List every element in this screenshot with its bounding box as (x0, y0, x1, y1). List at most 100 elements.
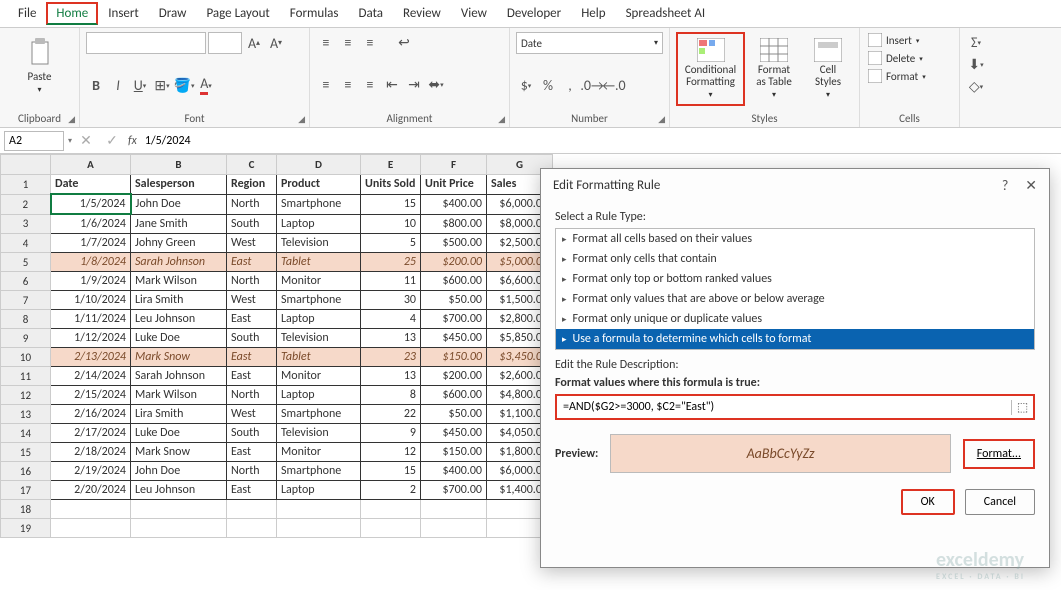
bold-icon[interactable]: B (86, 75, 106, 95)
cell-F14[interactable]: $450.00 (421, 424, 487, 443)
cell-C18[interactable] (227, 500, 277, 519)
header-cell[interactable]: Units Sold (361, 175, 421, 195)
comma-icon[interactable]: , (560, 75, 580, 95)
cell-A11[interactable]: 2/14/2024 (51, 367, 131, 386)
cell-B15[interactable]: Mark Snow (131, 443, 227, 462)
cell-C2[interactable]: North (227, 194, 277, 214)
rule-type-option[interactable]: Format only cells that contain (556, 249, 1034, 269)
rule-type-list[interactable]: Format all cells based on their valuesFo… (555, 228, 1035, 350)
conditional-formatting-button[interactable]: Conditional Formatting▾ (676, 32, 745, 106)
row-head-13[interactable]: 13 (1, 405, 51, 424)
cell-C13[interactable]: West (227, 405, 277, 424)
format-cells-button[interactable]: Format ▾ (866, 68, 953, 84)
paste-button[interactable]: Paste ▾ (6, 32, 73, 99)
align-bottom-icon[interactable]: ≡ (360, 32, 380, 52)
cell-E10[interactable]: 23 (361, 348, 421, 367)
row-head-9[interactable]: 9 (1, 329, 51, 348)
cell-A16[interactable]: 2/19/2024 (51, 462, 131, 481)
cell-D8[interactable]: Laptop (277, 310, 361, 329)
cell-A2[interactable]: 1/5/2024 (51, 194, 131, 214)
cell-C8[interactable]: East (227, 310, 277, 329)
cell-B14[interactable]: Luke Doe (131, 424, 227, 443)
row-head-1[interactable]: 1 (1, 175, 51, 195)
rule-type-option[interactable]: Use a formula to determine which cells t… (556, 329, 1034, 349)
cell-B13[interactable]: Lira Smith (131, 405, 227, 424)
rule-type-option[interactable]: Format only top or bottom ranked values (556, 269, 1034, 289)
formula-input[interactable] (143, 132, 443, 150)
cell-B18[interactable] (131, 500, 227, 519)
col-head-F[interactable]: F (421, 155, 487, 175)
col-head-B[interactable]: B (131, 155, 227, 175)
underline-icon[interactable]: U▾ (130, 75, 150, 95)
menu-draw[interactable]: Draw (149, 2, 197, 25)
cell-D12[interactable]: Laptop (277, 386, 361, 405)
cell-C15[interactable]: East (227, 443, 277, 462)
fill-color-icon[interactable]: 🪣▾ (174, 75, 194, 95)
enter-formula-icon[interactable]: ✓ (102, 131, 122, 151)
increase-font-icon[interactable]: A▴ (244, 33, 264, 53)
align-right-icon[interactable]: ≡ (360, 74, 380, 94)
cell-E8[interactable]: 4 (361, 310, 421, 329)
cell-F11[interactable]: $200.00 (421, 367, 487, 386)
cell-E18[interactable] (361, 500, 421, 519)
menu-review[interactable]: Review (393, 2, 451, 25)
range-picker-icon[interactable]: ⬚ (1011, 400, 1033, 415)
cell-F5[interactable]: $200.00 (421, 253, 487, 272)
cell-D16[interactable]: Smartphone (277, 462, 361, 481)
menu-help[interactable]: Help (571, 2, 615, 25)
cell-A10[interactable]: 2/13/2024 (51, 348, 131, 367)
cell-B7[interactable]: Lira Smith (131, 291, 227, 310)
cell-B8[interactable]: Leu Johnson (131, 310, 227, 329)
ok-button[interactable]: OK (901, 489, 955, 515)
alignment-launcher-icon[interactable]: ◢ (498, 114, 505, 125)
cell-C3[interactable]: South (227, 214, 277, 234)
cell-D6[interactable]: Monitor (277, 272, 361, 291)
cell-E19[interactable] (361, 519, 421, 538)
cell-D7[interactable]: Smartphone (277, 291, 361, 310)
menu-insert[interactable]: Insert (98, 2, 149, 25)
italic-icon[interactable]: I (108, 75, 128, 95)
row-head-6[interactable]: 6 (1, 272, 51, 291)
dec-decimal-icon[interactable]: ←.0 (604, 75, 624, 95)
header-cell[interactable]: Region (227, 175, 277, 195)
row-head-12[interactable]: 12 (1, 386, 51, 405)
cell-E7[interactable]: 30 (361, 291, 421, 310)
row-head-8[interactable]: 8 (1, 310, 51, 329)
font-launcher-icon[interactable]: ◢ (298, 114, 305, 125)
cell-B3[interactable]: Jane Smith (131, 214, 227, 234)
cell-A19[interactable] (51, 519, 131, 538)
col-head-E[interactable]: E (361, 155, 421, 175)
cell-D13[interactable]: Smartphone (277, 405, 361, 424)
header-cell[interactable]: Salesperson (131, 175, 227, 195)
format-as-table-button[interactable]: Format as Table▾ (749, 32, 799, 106)
close-icon[interactable]: ✕ (1025, 177, 1037, 194)
row-head-16[interactable]: 16 (1, 462, 51, 481)
clear-icon[interactable]: ◇▾ (966, 76, 986, 96)
align-center-icon[interactable]: ≡ (338, 74, 358, 94)
cell-B9[interactable]: Luke Doe (131, 329, 227, 348)
cell-F19[interactable] (421, 519, 487, 538)
row-head-18[interactable]: 18 (1, 500, 51, 519)
cell-E17[interactable]: 2 (361, 481, 421, 500)
cell-C7[interactable]: West (227, 291, 277, 310)
cell-A4[interactable]: 1/7/2024 (51, 234, 131, 253)
cell-F7[interactable]: $50.00 (421, 291, 487, 310)
cancel-formula-icon[interactable]: ✕ (76, 131, 96, 151)
cell-F12[interactable]: $600.00 (421, 386, 487, 405)
indent-inc-icon[interactable]: ⇥ (404, 74, 424, 94)
cell-B12[interactable]: Mark Wilson (131, 386, 227, 405)
cell-B6[interactable]: Mark Wilson (131, 272, 227, 291)
cell-D2[interactable]: Smartphone (277, 194, 361, 214)
cell-F17[interactable]: $700.00 (421, 481, 487, 500)
delete-cells-button[interactable]: Delete ▾ (866, 50, 953, 66)
row-head-4[interactable]: 4 (1, 234, 51, 253)
menu-page-layout[interactable]: Page Layout (196, 2, 279, 25)
cell-F3[interactable]: $800.00 (421, 214, 487, 234)
number-launcher-icon[interactable]: ◢ (658, 114, 665, 125)
cell-D18[interactable] (277, 500, 361, 519)
row-head-3[interactable]: 3 (1, 214, 51, 234)
cell-A12[interactable]: 2/15/2024 (51, 386, 131, 405)
cell-B2[interactable]: John Doe (131, 194, 227, 214)
cell-C6[interactable]: North (227, 272, 277, 291)
borders-icon[interactable]: ⊞▾ (152, 75, 172, 95)
